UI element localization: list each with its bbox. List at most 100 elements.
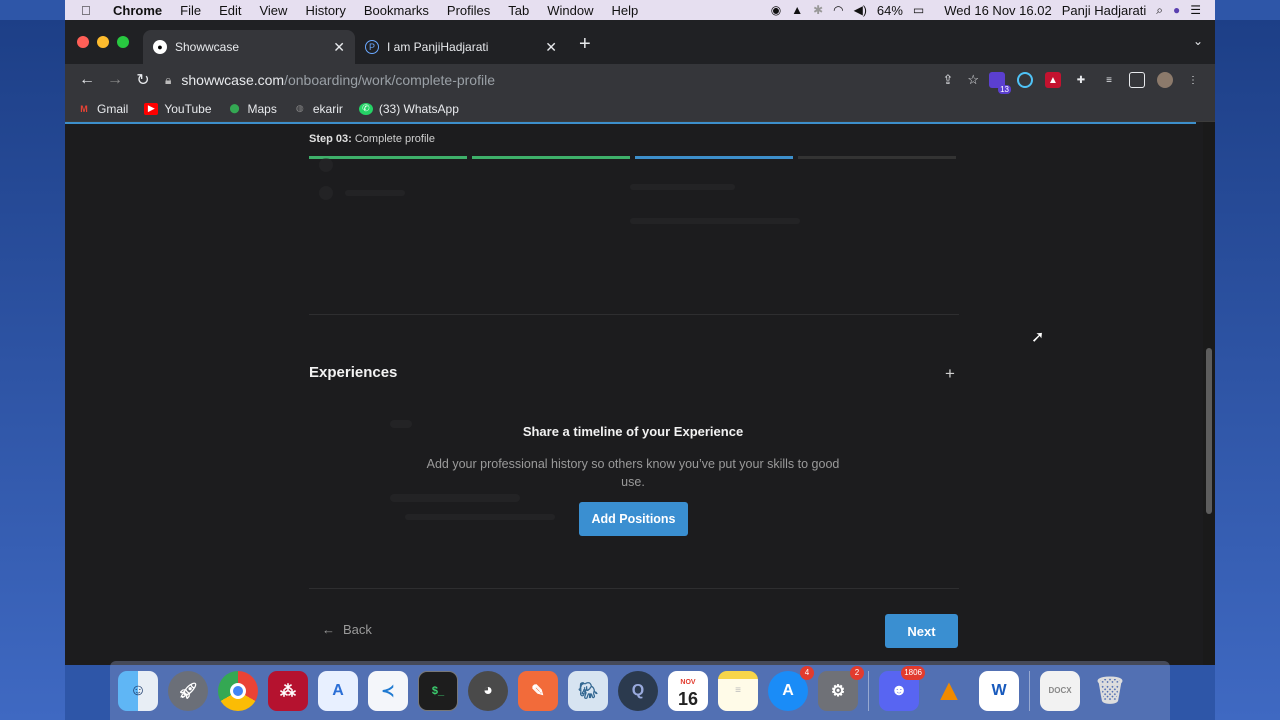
page-scrollbar[interactable] — [1203, 122, 1215, 665]
menu-bookmarks[interactable]: Bookmarks — [364, 3, 429, 18]
forward-arrow-icon[interactable]: → — [101, 71, 129, 89]
launchpad-icon[interactable]: 🚀︎ — [168, 670, 208, 711]
back-button[interactable]: ← Back — [322, 622, 372, 637]
minimize-window-button[interactable] — [97, 36, 109, 48]
volume-icon[interactable]: ◀) — [854, 3, 867, 17]
calendar-icon[interactable]: NOV 16 — [668, 670, 708, 711]
step-segment — [472, 156, 630, 159]
lock-icon[interactable]: 🔒︎ — [165, 73, 171, 88]
battery-percent: 64% — [876, 2, 903, 18]
instruments-icon[interactable]: A — [318, 670, 358, 711]
bookmark-star-icon[interactable]: ☆ — [967, 72, 979, 88]
mendeley-icon[interactable]: ⁂ — [268, 670, 308, 711]
extension-ring-icon[interactable] — [1017, 72, 1033, 88]
bookmarks-bar: M Gmail ▶ YouTube ⬤ Maps ◍ ekarir ✆ (33) What… — [65, 96, 1215, 122]
next-button[interactable]: Next — [885, 614, 958, 648]
postman-icon[interactable]: ✎ — [518, 670, 558, 711]
calendar-day: 16 — [677, 688, 699, 709]
close-tab-icon[interactable]: ✕ — [545, 39, 557, 56]
macos-menubar:  Chrome File Edit View History Bookmark… — [65, 0, 1215, 20]
share-icon[interactable]: ⇪ — [942, 72, 953, 88]
chrome-icon[interactable] — [218, 670, 258, 711]
bookmark-whatsapp[interactable]: ✆ (33) WhatsApp — [358, 102, 459, 116]
add-positions-button[interactable]: Add Positions — [579, 502, 688, 536]
experiences-heading: Experiences — [309, 364, 398, 381]
vlc-icon[interactable]: ▲ — [929, 671, 969, 711]
siri-icon[interactable]: ● — [1173, 3, 1180, 17]
reload-icon[interactable]: ↻ — [129, 70, 157, 90]
record-icon[interactable]: ◉ — [771, 3, 781, 17]
new-tab-icon[interactable]: + — [579, 33, 591, 56]
word-icon[interactable]: W — [979, 670, 1019, 711]
step-label: Complete profile — [354, 133, 435, 145]
menu-edit[interactable]: Edit — [219, 3, 241, 18]
section-divider — [309, 314, 959, 315]
app-store-icon[interactable]: A4 — [768, 665, 814, 711]
trash-icon[interactable]: 🗑︎ — [1090, 671, 1130, 711]
chrome-menu-icon[interactable]: ⋮ — [1185, 72, 1201, 88]
menu-tab[interactable]: Tab — [508, 3, 529, 18]
tab-polywork[interactable]: P I am PanjiHadjarati ✕ — [355, 30, 567, 64]
side-panel-icon[interactable] — [1129, 72, 1145, 88]
menu-profiles[interactable]: Profiles — [447, 3, 490, 18]
tab-showwcase[interactable]: ● Showwcase ✕ — [143, 30, 355, 64]
menu-window[interactable]: Window — [547, 3, 593, 18]
battery-icon[interactable]: ▭ — [913, 3, 924, 17]
notification-badge: 2 — [850, 665, 864, 680]
bookmark-gmail[interactable]: M Gmail — [77, 102, 128, 116]
macos-dock: ☺ 🚀︎ ⁂ A ≺ $_ ◕ ✎ 🐘︎ Q NOV 16 ≡ A4 ⚙ 2 ☻ 1… — [110, 661, 1170, 720]
chrome-window: ● Showwcase ✕ P I am PanjiHadjarati ✕ + … — [65, 20, 1215, 665]
discord-icon[interactable]: ☻ 1806 — [879, 665, 925, 711]
system-preferences-icon[interactable]: ⚙ 2 — [818, 665, 864, 711]
tableplus-icon[interactable]: ◕ — [468, 670, 508, 711]
tab-search-chevron-icon[interactable]: ⌄ — [1193, 34, 1203, 48]
apple-icon[interactable]:  — [81, 3, 99, 18]
spotlight-search-icon[interactable]: ⌕ — [1156, 3, 1163, 18]
menu-history[interactable]: History — [305, 3, 345, 18]
extension-mendeley-icon[interactable]: ▲ — [1045, 72, 1061, 88]
menu-file[interactable]: File — [180, 3, 201, 18]
terminal-icon[interactable]: $_ — [418, 670, 458, 711]
menubar-status-area: ◉ ▲ ✱ ◠ ◀) 64% ▭ Wed 16 Nov 16.02 Panji … — [771, 3, 1201, 18]
menu-app-name[interactable]: Chrome — [113, 3, 162, 18]
clock[interactable]: Wed 16 Nov 16.02 — [944, 3, 1051, 18]
pgadmin-icon[interactable]: 🐘︎ — [568, 670, 608, 711]
bookmark-ekarir[interactable]: ◍ ekarir — [293, 102, 343, 116]
extensions-area: 13 ▲ ✚ ≡ ⋮ — [989, 72, 1201, 94]
background-illustration — [345, 190, 405, 196]
close-tab-icon[interactable]: ✕ — [333, 39, 345, 56]
add-experience-icon[interactable]: + — [945, 364, 955, 384]
browser-toolbar: ← → ↻ 🔒︎ showwcase.com/onboarding/work/c… — [65, 64, 1215, 96]
menu-help[interactable]: Help — [612, 3, 639, 18]
finder-icon[interactable]: ☺ — [118, 670, 158, 711]
quicktime-icon[interactable]: Q — [618, 670, 658, 711]
back-arrow-icon[interactable]: ← — [73, 71, 101, 89]
bookmark-label: Maps — [247, 101, 277, 116]
url-path: /onboarding/work/complete-profile — [284, 72, 495, 88]
extensions-puzzle-icon[interactable]: ✚ — [1073, 72, 1089, 88]
user-name[interactable]: Panji Hadjarati — [1062, 3, 1147, 18]
control-center-icon[interactable]: ☰ — [1190, 3, 1201, 17]
reading-list-icon[interactable]: ≡ — [1101, 72, 1117, 88]
profile-avatar[interactable] — [1157, 72, 1173, 88]
document-icon[interactable]: DOCX — [1040, 670, 1080, 711]
step-segment — [798, 156, 956, 159]
close-window-button[interactable] — [77, 36, 89, 48]
background-illustration — [319, 186, 333, 200]
scrollbar-thumb[interactable] — [1206, 348, 1212, 514]
vscode-icon[interactable]: ≺ — [368, 670, 408, 711]
address-bar[interactable]: 🔒︎ showwcase.com/onboarding/work/complet… — [165, 67, 989, 93]
menu-view[interactable]: View — [259, 3, 287, 18]
dock-separator — [1029, 670, 1030, 711]
globe-icon: ◍ — [295, 103, 304, 113]
wifi-icon[interactable]: ◠ — [833, 3, 843, 17]
step-segment — [635, 156, 793, 159]
bluetooth-icon[interactable]: ✱ — [813, 3, 823, 17]
maximize-window-button[interactable] — [117, 36, 129, 48]
extension-hat-icon[interactable]: 13 — [989, 72, 1011, 94]
empty-state-description: Add your professional history so others … — [426, 457, 840, 489]
vlc-status-icon[interactable]: ▲ — [791, 3, 803, 17]
bookmark-youtube[interactable]: ▶ YouTube — [144, 102, 212, 116]
bookmark-maps[interactable]: ⬤ Maps — [228, 101, 277, 116]
notes-icon[interactable]: ≡ — [718, 670, 758, 711]
